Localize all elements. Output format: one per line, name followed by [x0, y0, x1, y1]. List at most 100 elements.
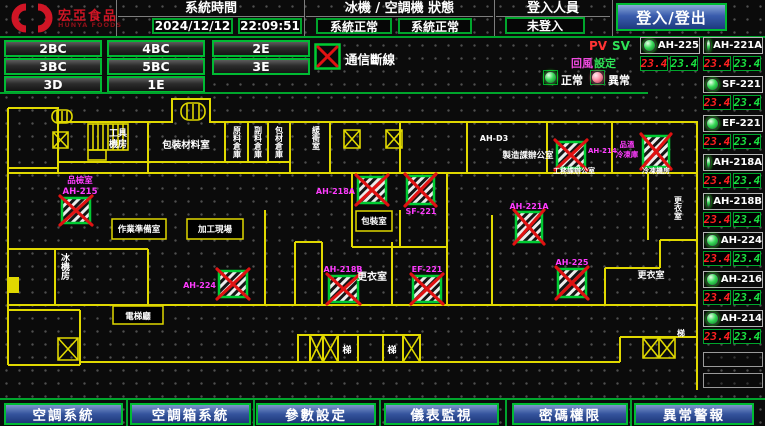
equipment-offline-freezer[interactable] [641, 134, 671, 169]
floor-button-3bc[interactable]: 3BC [4, 58, 102, 75]
device-block-ah-221a: AH-221A 23.423.4 [703, 37, 763, 71]
yellow-marker [8, 277, 19, 293]
room-label: 冰機房 [59, 252, 70, 281]
device-block-ef-221: EF-221 23.423.4 [703, 115, 763, 149]
equipment-label: AH-224 [183, 281, 216, 290]
device-ah-218a[interactable]: AH-218A [703, 154, 763, 171]
room-label: 更衣室 [637, 269, 664, 281]
divider [118, 16, 304, 17]
device-status-led [706, 195, 711, 208]
system-time-label: 系統時間 [118, 1, 304, 16]
room-label: 機房 [109, 138, 127, 150]
device-ah-225[interactable]: AH-225 [640, 37, 700, 54]
equipment-label: AH-221A [509, 202, 549, 211]
device-ah-221a[interactable]: AH-221A [703, 37, 763, 54]
shaft-x-icon [403, 335, 420, 362]
device-block-ah-224: AH-224 23.423.4 [703, 232, 763, 266]
device-sf-221[interactable]: SF-221 [703, 76, 763, 93]
login-logout-button[interactable]: 登入/登出 [616, 3, 727, 31]
nav-button-param-settings[interactable]: 參數設定 [256, 403, 376, 425]
sidebar-empty-slot [703, 352, 763, 367]
device-block-ah-214: AH-214 23.423.4 [703, 310, 763, 344]
device-status-led [706, 234, 719, 247]
device-sv-value: 23.4 [733, 173, 761, 188]
equipment-offline-ah-224[interactable] [217, 269, 249, 299]
floor-button-1e[interactable]: 1E [107, 76, 205, 93]
device-block-ah-225: AH-225 23.4 23.4 [640, 37, 700, 71]
room-label: 緩衝室 [311, 125, 321, 151]
room-label: 工具 [109, 128, 127, 139]
normal-led [543, 70, 558, 85]
floor-button-2bc[interactable]: 2BC [4, 40, 102, 57]
device-ah-216[interactable]: AH-216 [703, 271, 763, 288]
equipment-offline-ah-215[interactable] [60, 196, 92, 225]
nav-button-ac-system[interactable]: 空調系統 [4, 403, 123, 425]
device-pv-value: 23.4 [703, 95, 731, 110]
device-ah-214[interactable]: AH-214 [703, 310, 763, 327]
equipment-label: SF-221 [406, 207, 437, 216]
floor-button-5bc[interactable]: 5BC [107, 58, 205, 75]
divider [126, 398, 128, 426]
equipment-label: 冷凍庫 [616, 149, 639, 159]
device-status-led [706, 117, 719, 130]
floor-button-3e[interactable]: 3E [212, 58, 310, 75]
pv-label: PV [589, 39, 607, 53]
nav-button-ahu-system[interactable]: 空調箱系統 [130, 403, 251, 425]
room-label: AH-D3 [480, 134, 508, 143]
login-user-value: 未登入 [505, 17, 585, 34]
floor-button-3d[interactable]: 3D [4, 76, 102, 93]
equipment-label: AH-225 [556, 258, 589, 267]
device-sv-value: 23.4 [733, 329, 761, 344]
equipment-offline-ef-221[interactable] [411, 274, 443, 304]
system-date-value: 2024/12/12 [152, 18, 233, 34]
abnormal-led [590, 70, 605, 85]
ahu-status-value: 系統正常 [398, 18, 472, 34]
device-status-led [643, 39, 656, 52]
normal-label: 正常 [561, 72, 583, 88]
device-pv-value: 23.4 [703, 329, 731, 344]
shaft-x-icon [58, 338, 78, 360]
device-ah-224[interactable]: AH-224 [703, 232, 763, 249]
device-ef-221[interactable]: EF-221 [703, 115, 763, 132]
room-label: 加工現場 [197, 224, 233, 235]
device-status-led [706, 273, 719, 286]
device-block-sf-221: SF-221 23.423.4 [703, 76, 763, 110]
return-air-label: 回風 [571, 55, 593, 71]
nav-button-alarm[interactable]: 異常警報 [634, 403, 754, 425]
equipment-offline-ah-221a[interactable] [514, 210, 544, 244]
equipment-offline-ah-218b[interactable] [327, 274, 360, 304]
device-status-led [706, 39, 711, 52]
room-label: 包材倉庫 [274, 125, 284, 159]
device-ah-218b[interactable]: AH-218B [703, 193, 763, 210]
brand-name-en: HUNYA FOODS [58, 21, 122, 29]
chiller-status-value: 系統正常 [316, 18, 392, 34]
device-block-ah-218b: AH-218B 23.423.4 [703, 193, 763, 227]
device-sv-value: 23.4 [733, 212, 761, 227]
device-sv-value: 23.4 [733, 56, 761, 71]
device-pv-value: 23.4 [640, 56, 668, 71]
floor-button-4bc[interactable]: 4BC [107, 40, 205, 57]
nav-button-meter-monitor[interactable]: 儀表監視 [384, 403, 499, 425]
divider [612, 0, 613, 36]
device-pv-value: 23.4 [703, 56, 731, 71]
floor-button-2e[interactable]: 2E [212, 40, 310, 57]
equipment-label: EF-221 [412, 265, 443, 274]
nav-button-password-auth[interactable]: 密碼權限 [512, 403, 628, 425]
brand-logo-icon [10, 3, 54, 37]
floorplan: 工具 機房 包裝材料室 原料倉庫 副料倉庫 包材倉庫 緩衝室 AH-D3 製造課… [0, 92, 700, 400]
device-sv-value: 23.4 [733, 290, 761, 305]
room-label: 梯 [677, 328, 685, 338]
device-block-ah-218a: AH-218A 23.423.4 [703, 154, 763, 188]
equipment-label: 品檢室 [67, 175, 93, 186]
equipment-offline-ah-218a[interactable] [356, 175, 388, 205]
shaft-x-icon [323, 335, 338, 362]
equipment-offline-ah-225[interactable] [556, 267, 588, 299]
equipment-offline-sf-221[interactable] [405, 174, 436, 206]
equipment-label: AH-214 [588, 147, 617, 155]
system-time-value: 22:09:51 [238, 18, 302, 34]
device-status-led [706, 312, 719, 325]
room-label: 製造課辦公室 [501, 150, 554, 161]
hmi-screen: 宏亞食品 HUNYA FOODS 系統時間 冰機 / 空調機 狀態 登入人員 2… [0, 0, 765, 426]
equipment-label: AH-218B [323, 265, 362, 274]
equipment-offline-ah-214[interactable] [555, 140, 587, 170]
